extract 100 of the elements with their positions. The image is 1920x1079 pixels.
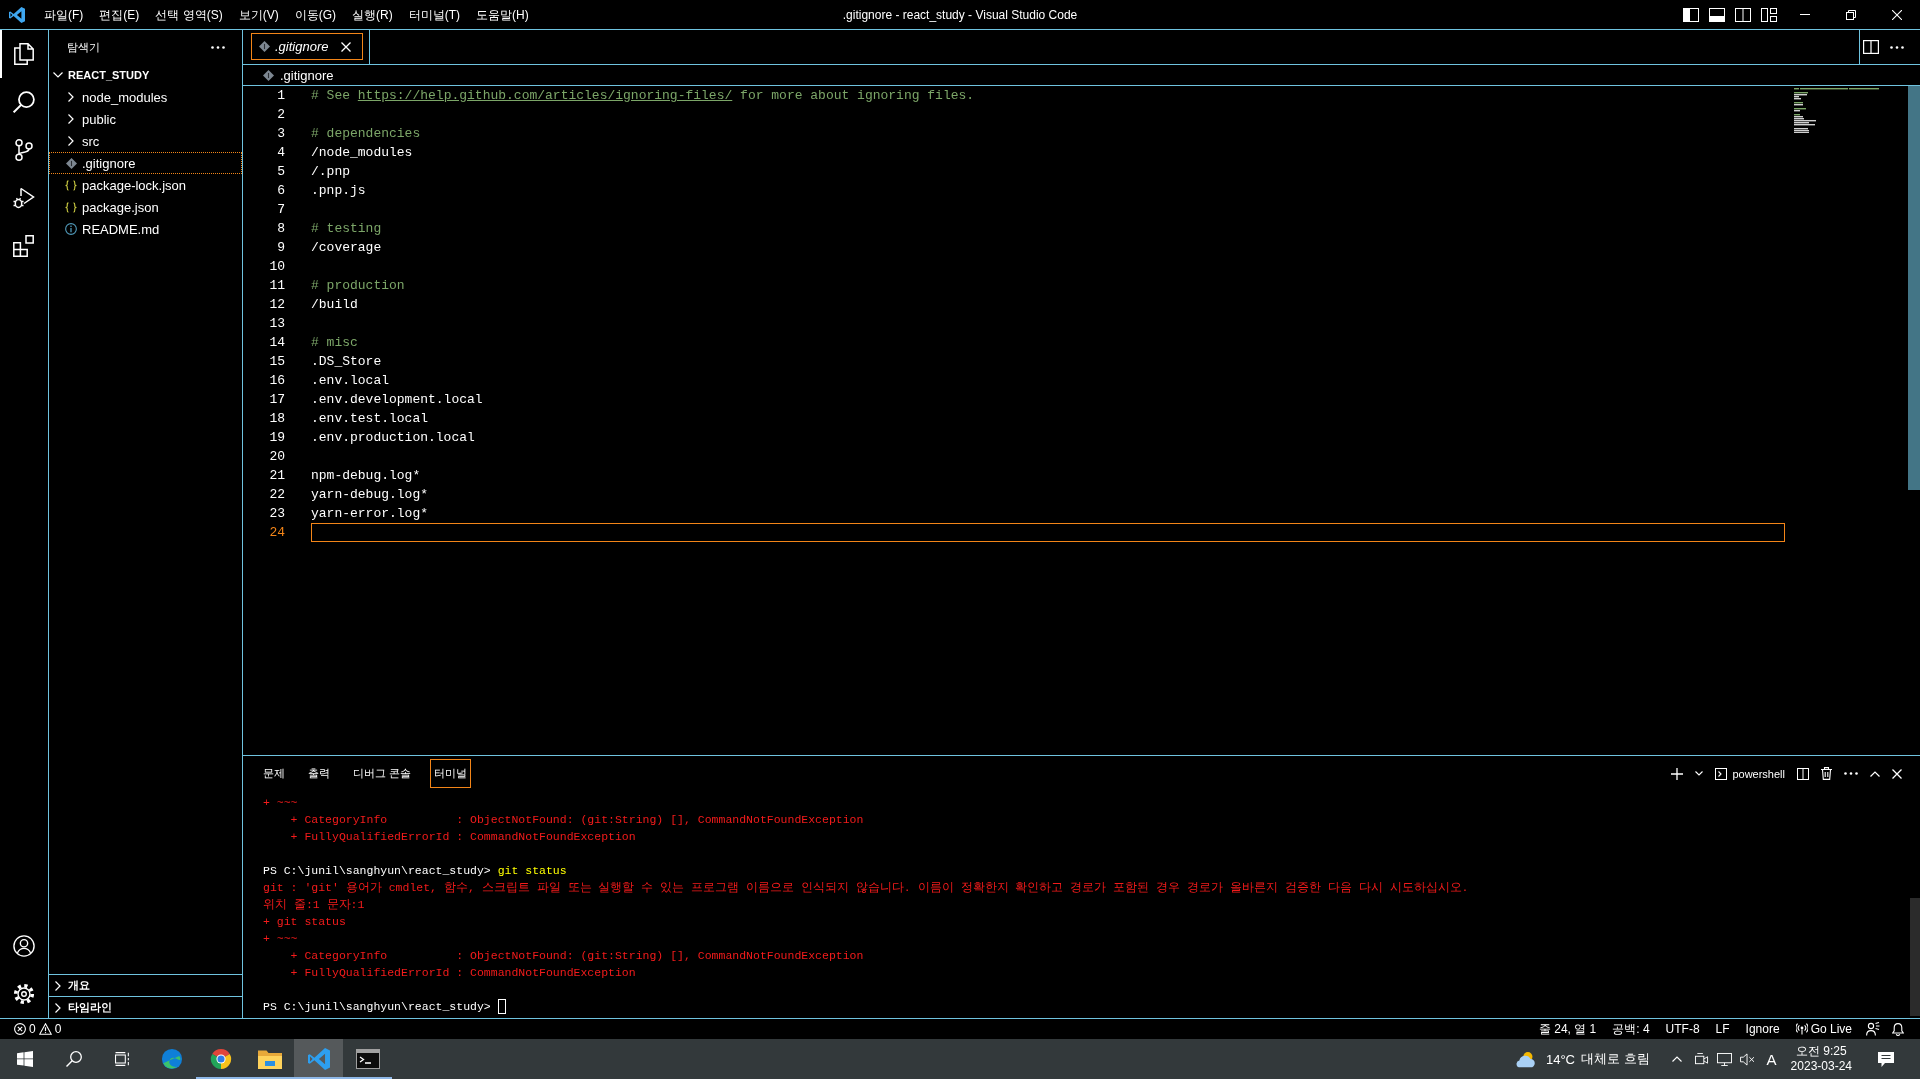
line-number: 16	[269, 373, 285, 388]
breadcrumb-item[interactable]: .gitignore	[263, 67, 334, 83]
menu-item[interactable]: 이동(G)	[286, 3, 344, 26]
terminal-prompt: PS C:\junil\sanghyun\react_study>	[263, 999, 492, 1015]
tree-item[interactable]: package.json	[49, 196, 242, 218]
terminal-line: + CategoryInfo : ObjectNotFound: (git:String) [], CommandNotFoundException	[289, 948, 864, 964]
scrollbar-thumb[interactable]	[1910, 898, 1920, 1016]
task-view-icon[interactable]	[114, 1051, 131, 1067]
panel-tab[interactable]: 출력	[304, 759, 334, 788]
folder-header[interactable]: REACT_STUDY	[49, 64, 242, 86]
sidebar-toggle-icon[interactable]	[1683, 7, 1699, 22]
line-number: 18	[269, 411, 285, 426]
menu-item[interactable]: 도움말(H)	[468, 3, 537, 26]
menu-item[interactable]: 편집(E)	[91, 3, 148, 26]
menu-item[interactable]: 실행(R)	[344, 3, 401, 26]
panel-tab[interactable]: 디버그 콘솔	[349, 759, 416, 788]
weather-condition[interactable]: 대체로 흐림	[1580, 1050, 1650, 1068]
tricolor-circle-icon	[208, 1048, 233, 1070]
weather-temperature[interactable]: 14°C	[1545, 1051, 1575, 1067]
link[interactable]: https://help.github.com/articles/ignoring-files/	[357, 88, 733, 103]
scrollbar-thumb[interactable]	[1908, 86, 1920, 490]
camera-icon[interactable]	[1693, 1052, 1709, 1066]
menu-item[interactable]: 선택 영역(S)	[147, 3, 231, 26]
trash-icon[interactable]	[1821, 767, 1832, 780]
line-number: 5	[277, 164, 285, 179]
notification-icon[interactable]	[1878, 1051, 1894, 1067]
more-icon[interactable]	[1844, 772, 1858, 775]
line-number: 8	[277, 221, 285, 236]
close-icon[interactable]	[1892, 768, 1902, 779]
tree-item[interactable]: .gitignore	[49, 152, 242, 174]
code-line: /coverage	[311, 239, 382, 256]
terminal-line: + git status	[263, 914, 346, 930]
line-number: 11	[269, 278, 285, 293]
code-line: .env.production.local	[311, 429, 475, 446]
branch-icon	[13, 139, 35, 161]
speaker-muted-icon[interactable]	[1739, 1052, 1755, 1066]
section-header[interactable]: 타임라인	[49, 996, 242, 1018]
tree-item[interactable]: package-lock.json	[49, 174, 242, 196]
close-icon[interactable]	[1892, 9, 1902, 20]
status-item[interactable]: 줄 24, 열 1	[1536, 1020, 1599, 1038]
plus-icon[interactable]	[1671, 767, 1684, 780]
secondary-sidebar-toggle-icon[interactable]	[1735, 7, 1751, 22]
status-item[interactable]: 공백: 4	[1610, 1020, 1652, 1038]
menu-item[interactable]: 터미널(T)	[400, 3, 468, 26]
files-icon	[13, 43, 35, 65]
terminal-line: + FullyQualifiedErrorId : CommandNotFoundException	[289, 829, 636, 845]
app-logo-icon[interactable]	[9, 6, 25, 23]
chevron-up-icon[interactable]	[1870, 770, 1880, 777]
status-item[interactable]: UTF-8	[1663, 1022, 1702, 1036]
minimap[interactable]	[1794, 88, 1879, 134]
network-icon[interactable]	[1716, 1052, 1732, 1066]
panel-tab[interactable]: 터미널	[430, 759, 472, 788]
line-number: 17	[269, 392, 285, 407]
code-line: /build	[311, 296, 358, 313]
menu-item[interactable]: 보기(V)	[230, 3, 287, 26]
line-number: 15	[269, 354, 285, 369]
code-line: # misc	[311, 334, 358, 351]
tree-item[interactable]: src	[49, 130, 242, 152]
settings-icon[interactable]	[13, 983, 35, 1005]
code-line: # See https://help.github.com/articles/ignoring-files/ for more about ignoring files.	[311, 87, 975, 104]
tree-item[interactable]: public	[49, 108, 242, 130]
menu-item[interactable]: 파일(F)	[36, 3, 92, 26]
tree-item[interactable]: README.md	[49, 218, 242, 240]
line-number: 4	[277, 145, 285, 160]
feedback-icon[interactable]	[1866, 1022, 1880, 1036]
diamond-icon	[65, 157, 77, 169]
search-icon	[13, 91, 35, 113]
tree-item[interactable]: node_modules	[49, 86, 242, 108]
chevron-up-icon[interactable]	[1671, 1056, 1682, 1062]
bell-icon[interactable]	[1892, 1022, 1904, 1036]
restore-icon[interactable]	[1846, 9, 1856, 20]
braces-icon	[65, 179, 77, 191]
terminal-selector[interactable]: powershell	[1715, 767, 1785, 780]
code-line: /.pnp	[311, 163, 350, 180]
chevron-down-icon[interactable]	[1695, 771, 1704, 776]
split-editor-icon[interactable]	[1863, 40, 1879, 54]
panel-toggle-icon[interactable]	[1709, 7, 1725, 22]
account-icon[interactable]	[13, 935, 35, 957]
layout-icon[interactable]	[1761, 7, 1777, 22]
section-header[interactable]: 개요	[49, 974, 242, 996]
panel-tab[interactable]: 문제	[259, 759, 289, 788]
line-number: 23	[269, 506, 285, 521]
line-number: 24	[269, 525, 285, 540]
clock-time[interactable]: 오전 9:25	[1795, 1044, 1847, 1059]
close-icon[interactable]	[341, 41, 352, 52]
problems-status[interactable]: 0 0	[12, 1022, 64, 1036]
code-line: # dependencies	[311, 125, 421, 142]
status-item[interactable]: Ignore	[1743, 1022, 1782, 1036]
more-icon[interactable]	[211, 45, 225, 49]
status-item[interactable]: LF	[1713, 1022, 1732, 1036]
split-icon[interactable]	[1797, 767, 1809, 780]
terminal-window-icon	[355, 1048, 380, 1070]
input-indicator[interactable]: A	[1766, 1050, 1777, 1068]
go-live-button[interactable]: Go Live	[1793, 1022, 1854, 1036]
more-icon[interactable]	[1890, 45, 1904, 49]
search-icon[interactable]	[65, 1051, 82, 1067]
editor-tab[interactable]: .gitignore	[251, 33, 364, 60]
windows-logo-icon[interactable]	[16, 1051, 33, 1067]
swirl-circle-icon	[159, 1048, 184, 1070]
clock-date[interactable]: 2023-03-24	[1790, 1059, 1852, 1074]
